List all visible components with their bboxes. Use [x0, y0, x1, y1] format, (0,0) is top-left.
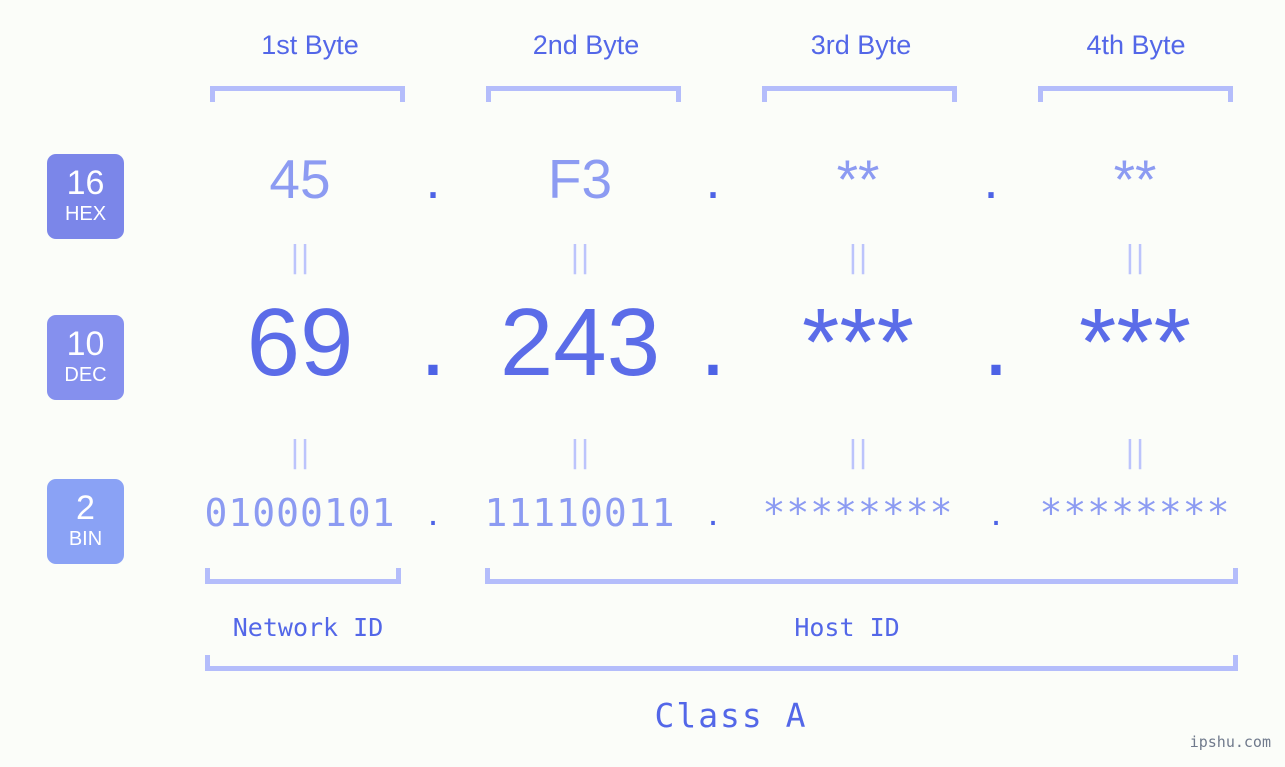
bin-byte-1-value: 01000101	[204, 491, 396, 535]
radix-badge-hex-abbr: HEX	[64, 202, 107, 225]
equality-mark-dec-bin-4: ||	[1124, 435, 1146, 470]
bracket-byte-2	[486, 86, 681, 102]
dec-byte-2-value: 243	[499, 289, 661, 396]
bracket-network-id	[205, 568, 401, 584]
dec-byte-4-value: ***	[1078, 289, 1192, 396]
equality-mark-hex-dec-1: ||	[289, 240, 311, 275]
bin-byte-4-value: ********	[1039, 491, 1231, 535]
bracket-class	[205, 655, 1238, 671]
hex-byte-1-value: 45	[269, 148, 331, 210]
bin-separator-1: .	[427, 492, 439, 534]
bin-byte-3-value: ********	[762, 491, 954, 535]
radix-badge-dec-number: 10	[66, 325, 105, 364]
hex-separator-2: .	[705, 148, 721, 210]
radix-badge-hex: 16 HEX	[47, 154, 124, 239]
equality-mark-dec-bin-3: ||	[847, 435, 869, 470]
dec-separator-2: .	[699, 289, 727, 396]
equality-mark-dec-bin-2: ||	[569, 435, 591, 470]
byte-header-3: 3rd Byte	[761, 30, 961, 61]
bracket-byte-3	[762, 86, 957, 102]
radix-badge-bin-abbr: BIN	[68, 527, 103, 550]
ip-byte-breakdown-diagram: 1st Byte 2nd Byte 3rd Byte 4th Byte 16 H…	[0, 0, 1285, 767]
equality-mark-dec-bin-1: ||	[289, 435, 311, 470]
hex-separator-3: .	[983, 148, 999, 210]
byte-header-4: 4th Byte	[1036, 30, 1236, 61]
radix-badge-hex-number: 16	[66, 164, 105, 203]
dec-byte-3-value: ***	[801, 289, 915, 396]
dec-separator-3: .	[982, 289, 1010, 396]
bracket-byte-1	[210, 86, 405, 102]
byte-header-2-label: 2nd Byte	[532, 30, 640, 60]
network-id-label: Network ID	[232, 613, 384, 642]
byte-header-3-label: 3rd Byte	[810, 30, 912, 60]
hex-byte-3-value: **	[836, 148, 880, 210]
byte-header-4-label: 4th Byte	[1086, 30, 1186, 60]
hex-byte-2-value: F3	[547, 148, 613, 210]
bracket-host-id	[485, 568, 1238, 584]
equality-mark-hex-dec-3: ||	[847, 240, 869, 275]
bin-separator-2: .	[707, 492, 719, 534]
dec-separator-1: .	[419, 289, 447, 396]
equality-mark-hex-dec-2: ||	[569, 240, 591, 275]
site-watermark: ipshu.com	[1189, 733, 1271, 751]
radix-badge-bin: 2 BIN	[47, 479, 124, 564]
equality-mark-hex-dec-4: ||	[1124, 240, 1146, 275]
bin-byte-2-value: 11110011	[484, 491, 676, 535]
radix-badge-bin-number: 2	[76, 489, 95, 528]
hex-byte-4-value: **	[1113, 148, 1157, 210]
class-label: Class A	[654, 696, 808, 735]
dec-byte-1-value: 69	[246, 289, 354, 396]
radix-badge-dec: 10 DEC	[47, 315, 124, 400]
byte-header-2: 2nd Byte	[486, 30, 686, 61]
host-id-label: Host ID	[794, 613, 900, 642]
hex-separator-1: .	[425, 148, 441, 210]
radix-badge-dec-abbr: DEC	[64, 363, 107, 386]
byte-header-1-label: 1st Byte	[261, 30, 359, 60]
bracket-byte-4	[1038, 86, 1233, 102]
byte-header-1: 1st Byte	[210, 30, 410, 61]
